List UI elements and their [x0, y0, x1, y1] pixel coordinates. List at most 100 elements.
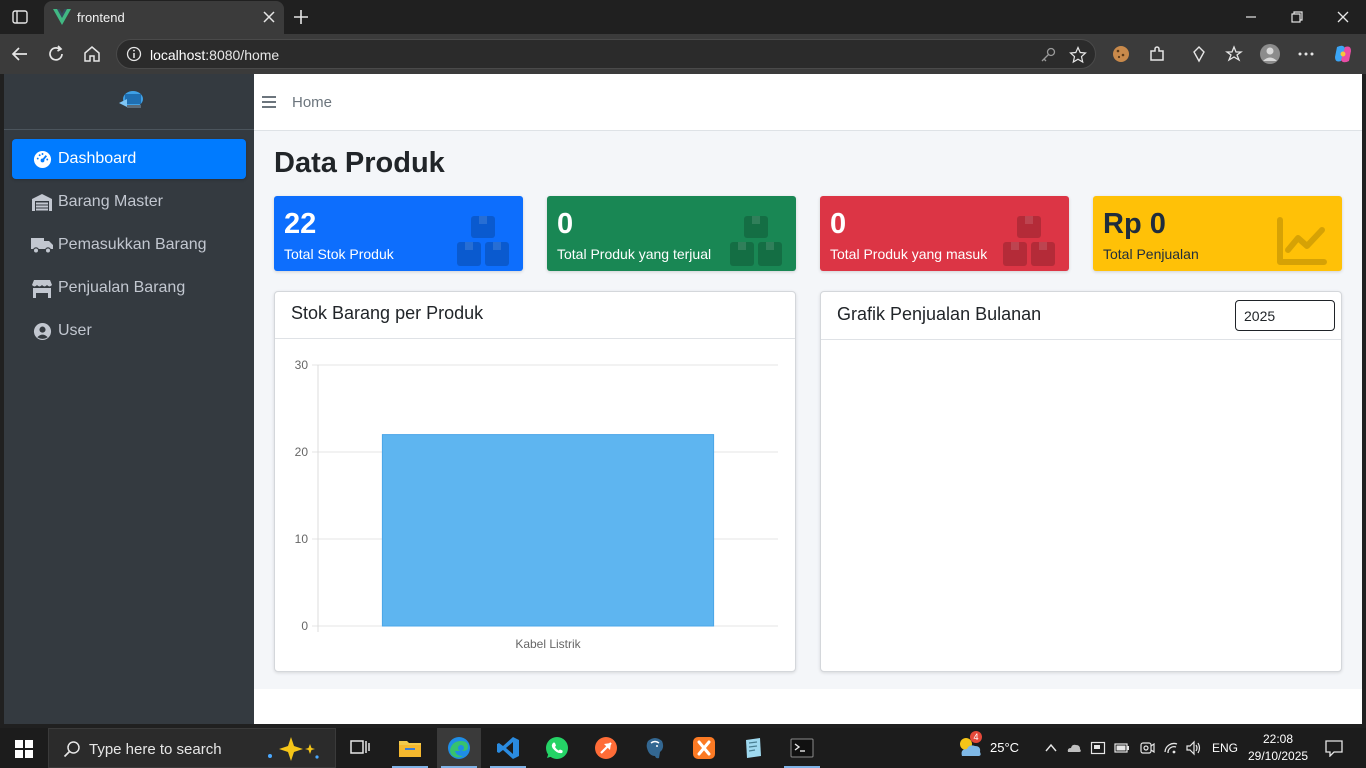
stat-value: 0 — [830, 208, 847, 240]
search-icon — [63, 741, 80, 758]
vscode-icon[interactable] — [486, 728, 530, 768]
sidebar-item-dashboard[interactable]: Dashboard — [12, 139, 246, 179]
postman-icon[interactable] — [584, 728, 628, 768]
page-title: Data Produk — [274, 147, 445, 179]
sales-chart-card: Grafik Penjualan Bulanan — [820, 291, 1342, 672]
sidebar-item-pemasukkan-barang[interactable]: Pemasukkan Barang — [12, 225, 246, 265]
close-tab-icon[interactable] — [262, 10, 276, 24]
more-options-icon[interactable] — [1296, 44, 1316, 64]
tachometer-icon — [31, 149, 53, 169]
clock-date[interactable]: 29/10/2025 — [1248, 749, 1308, 763]
sidebar-item-label: Penjualan Barang — [58, 279, 186, 296]
site-info-icon[interactable] — [126, 46, 142, 62]
browser-tab[interactable]: frontend — [44, 1, 284, 34]
task-view-icon[interactable] — [338, 728, 382, 768]
user-circle-icon — [31, 321, 53, 341]
sidebar-item-barang-master[interactable]: Barang Master — [12, 182, 246, 222]
profile-avatar-icon[interactable] — [1259, 43, 1281, 65]
url-path: :8080/home — [205, 47, 280, 63]
card-title: Stok Barang per Produk — [291, 303, 484, 323]
taskbar-search-box[interactable]: Type here to search — [48, 728, 336, 768]
home-icon[interactable] — [82, 44, 102, 64]
y-tick-label: 30 — [295, 358, 309, 372]
browser-essentials-icon[interactable] — [1189, 44, 1209, 64]
url-text: localhost:8080/home — [150, 47, 279, 63]
brand-logo-icon[interactable] — [117, 87, 147, 113]
store-icon — [31, 278, 53, 298]
browser-toolbar: localhost:8080/home — [0, 34, 1366, 74]
extensions-icon[interactable] — [1147, 44, 1167, 64]
browser-tab-strip: frontend — [0, 0, 1366, 34]
chart-line-icon — [1277, 217, 1327, 265]
volume-icon[interactable] — [1186, 740, 1202, 756]
card-header: Stok Barang per Produk — [275, 292, 795, 339]
collections-icon[interactable] — [1224, 44, 1244, 64]
stat-box-total-penjualan: Rp 0 Total Penjualan — [1093, 196, 1342, 271]
copilot-icon[interactable] — [1332, 43, 1354, 65]
close-window-icon[interactable] — [1335, 9, 1351, 25]
x-tick-label: Kabel Listrik — [515, 637, 581, 651]
app-tray-icon[interactable] — [1090, 740, 1106, 756]
camera-tray-icon[interactable] — [1139, 740, 1155, 756]
refresh-icon[interactable] — [46, 44, 66, 64]
whatsapp-icon[interactable] — [535, 728, 579, 768]
windows-taskbar: Type here to search 4 25°C ENG 22:08 29/… — [0, 728, 1366, 768]
stat-value: 22 — [284, 208, 317, 240]
stat-label: Total Penjualan — [1103, 246, 1199, 262]
onedrive-icon[interactable] — [1066, 740, 1082, 756]
sidebar-item-label: User — [58, 322, 92, 339]
stat-value: 0 — [557, 208, 574, 240]
notepad-app-icon[interactable] — [731, 728, 775, 768]
sidebar-item-user[interactable]: User — [12, 311, 246, 351]
restore-icon[interactable] — [1289, 9, 1305, 25]
windows-start-icon[interactable] — [15, 740, 33, 758]
tab-title: frontend — [77, 10, 125, 25]
key-icon[interactable] — [1039, 46, 1057, 64]
tab-actions-icon[interactable] — [8, 6, 32, 28]
home-link[interactable]: Home — [292, 94, 332, 111]
battery-icon[interactable] — [1114, 740, 1130, 756]
terminal-icon[interactable] — [780, 728, 824, 768]
edge-browser-icon[interactable] — [437, 728, 481, 768]
boxes-icon — [457, 216, 509, 266]
sidebar-item-penjualan-barang[interactable]: Penjualan Barang — [12, 268, 246, 308]
boxes-icon — [1003, 216, 1055, 266]
language-indicator[interactable]: ENG — [1212, 741, 1238, 755]
file-explorer-icon[interactable] — [388, 728, 432, 768]
stock-bar-chart: 0 10 20 30 Kabel Listrik — [295, 358, 778, 651]
search-placeholder: Type here to search — [89, 741, 222, 758]
clock-time[interactable]: 22:08 — [1263, 732, 1293, 746]
boxes-icon — [730, 216, 782, 266]
brand — [4, 74, 254, 130]
stat-label: Total Stok Produk — [284, 246, 394, 262]
app-viewport: Dashboard Barang Master Pemasukkan Baran… — [4, 74, 1362, 724]
back-icon[interactable] — [10, 44, 30, 64]
notifications-icon[interactable] — [1325, 739, 1343, 757]
stat-value: Rp 0 — [1103, 208, 1166, 240]
show-hidden-icons-icon[interactable] — [1043, 740, 1059, 756]
new-tab-icon[interactable] — [292, 8, 310, 26]
card-title: Grafik Penjualan Bulanan — [837, 304, 1042, 324]
sidebar-item-label: Barang Master — [58, 193, 163, 210]
address-bar[interactable]: localhost:8080/home — [116, 39, 1096, 69]
wifi-icon[interactable] — [1163, 740, 1179, 756]
y-tick-label: 10 — [295, 532, 309, 546]
page-footer — [254, 689, 1362, 724]
hamburger-menu-icon[interactable] — [262, 95, 276, 109]
xampp-icon[interactable] — [682, 728, 726, 768]
stat-label: Total Produk yang masuk — [830, 246, 988, 262]
sidebar: Dashboard Barang Master Pemasukkan Baran… — [4, 74, 254, 724]
favorite-star-icon[interactable] — [1069, 46, 1087, 64]
cookie-extension-icon[interactable] — [1111, 44, 1131, 64]
stat-box-total-stok: 22 Total Stok Produk — [274, 196, 523, 271]
year-input[interactable] — [1235, 300, 1335, 331]
sales-chart-area — [821, 341, 1341, 671]
stat-label: Total Produk yang terjual — [557, 246, 712, 262]
sidebar-item-label: Dashboard — [58, 150, 137, 167]
sidebar-nav: Dashboard Barang Master Pemasukkan Baran… — [4, 130, 254, 351]
card-header: Grafik Penjualan Bulanan — [821, 292, 1341, 340]
y-tick-label: 0 — [301, 619, 308, 633]
sidebar-item-label: Pemasukkan Barang — [58, 236, 207, 253]
minimize-icon[interactable] — [1243, 9, 1259, 25]
postgresql-icon[interactable] — [633, 728, 677, 768]
